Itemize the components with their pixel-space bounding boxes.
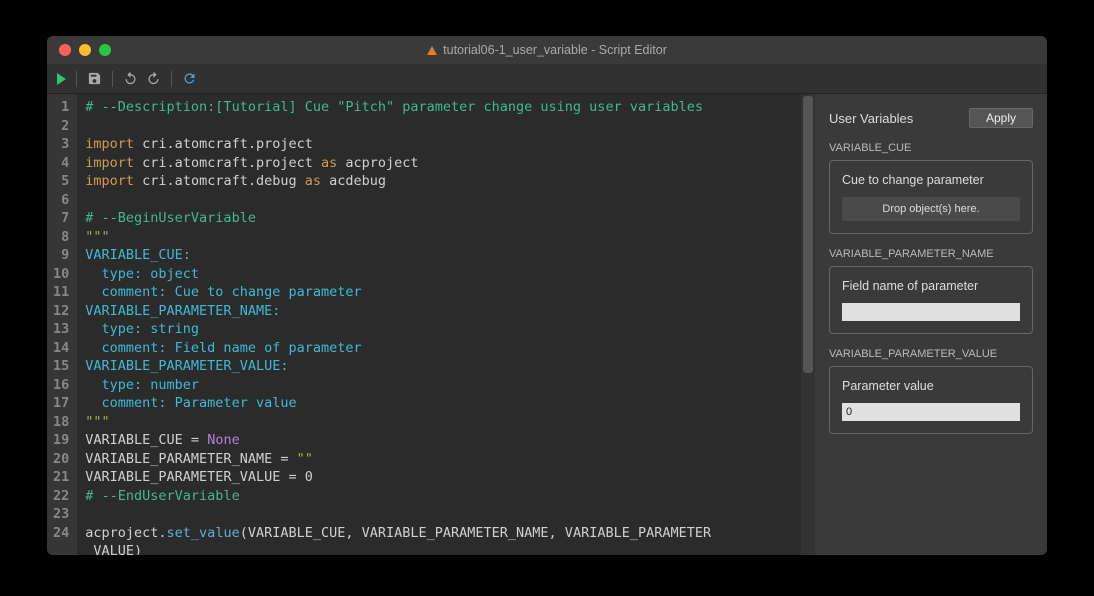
apply-button[interactable]: Apply xyxy=(969,108,1033,128)
toolbar xyxy=(47,64,1047,94)
variable-key-label: VARIABLE_CUE xyxy=(829,142,1033,154)
app-icon xyxy=(427,46,437,55)
line-gutter: 1 2 3 4 5 6 7 8 9 10 11 12 13 14 15 16 1… xyxy=(47,94,77,555)
window-title: tutorial06-1_user_variable - Script Edit… xyxy=(47,43,1047,57)
play-icon xyxy=(57,73,66,85)
user-variables-panel: User Variables Apply VARIABLE_CUE Cue to … xyxy=(815,94,1047,555)
undo-icon xyxy=(123,71,138,86)
run-button[interactable] xyxy=(57,73,66,85)
variable-comment: Parameter value xyxy=(842,379,1020,393)
number-input[interactable] xyxy=(842,403,1020,421)
variable-box: Cue to change parameter Drop object(s) he… xyxy=(829,160,1033,234)
separator xyxy=(171,71,172,87)
variable-box: Parameter value xyxy=(829,366,1033,434)
panel-header: User Variables Apply xyxy=(829,108,1033,128)
minimize-icon[interactable] xyxy=(79,44,91,56)
zoom-icon[interactable] xyxy=(99,44,111,56)
redo-button[interactable] xyxy=(146,71,161,86)
object-drop-zone[interactable]: Drop object(s) here. xyxy=(842,197,1020,221)
code-area[interactable]: # --Description:[Tutorial] Cue "Pitch" p… xyxy=(77,94,801,555)
content-area: 1 2 3 4 5 6 7 8 9 10 11 12 13 14 15 16 1… xyxy=(47,94,1047,555)
refresh-button[interactable] xyxy=(182,71,197,86)
variable-block: VARIABLE_PARAMETER_VALUE Parameter value xyxy=(829,348,1033,434)
save-button[interactable] xyxy=(87,71,102,86)
save-icon xyxy=(87,71,102,86)
window-controls xyxy=(47,44,111,56)
variable-block: VARIABLE_PARAMETER_NAME Field name of par… xyxy=(829,248,1033,334)
scroll-thumb[interactable] xyxy=(803,96,813,373)
variable-key-label: VARIABLE_PARAMETER_VALUE xyxy=(829,348,1033,360)
redo-icon xyxy=(146,71,161,86)
panel-title: User Variables xyxy=(829,111,913,126)
vertical-scrollbar[interactable] xyxy=(801,94,815,555)
variable-key-label: VARIABLE_PARAMETER_NAME xyxy=(829,248,1033,260)
close-icon[interactable] xyxy=(59,44,71,56)
refresh-icon xyxy=(182,71,197,86)
string-input[interactable] xyxy=(842,303,1020,321)
variable-comment: Cue to change parameter xyxy=(842,173,1020,187)
separator xyxy=(76,71,77,87)
undo-button[interactable] xyxy=(123,71,138,86)
code-editor[interactable]: 1 2 3 4 5 6 7 8 9 10 11 12 13 14 15 16 1… xyxy=(47,94,815,555)
variable-box: Field name of parameter xyxy=(829,266,1033,334)
variable-comment: Field name of parameter xyxy=(842,279,1020,293)
window-title-text: tutorial06-1_user_variable - Script Edit… xyxy=(443,43,667,57)
variable-block: VARIABLE_CUE Cue to change parameter Drop … xyxy=(829,142,1033,234)
script-editor-window: tutorial06-1_user_variable - Script Edit… xyxy=(47,36,1047,555)
separator xyxy=(112,71,113,87)
titlebar: tutorial06-1_user_variable - Script Edit… xyxy=(47,36,1047,64)
